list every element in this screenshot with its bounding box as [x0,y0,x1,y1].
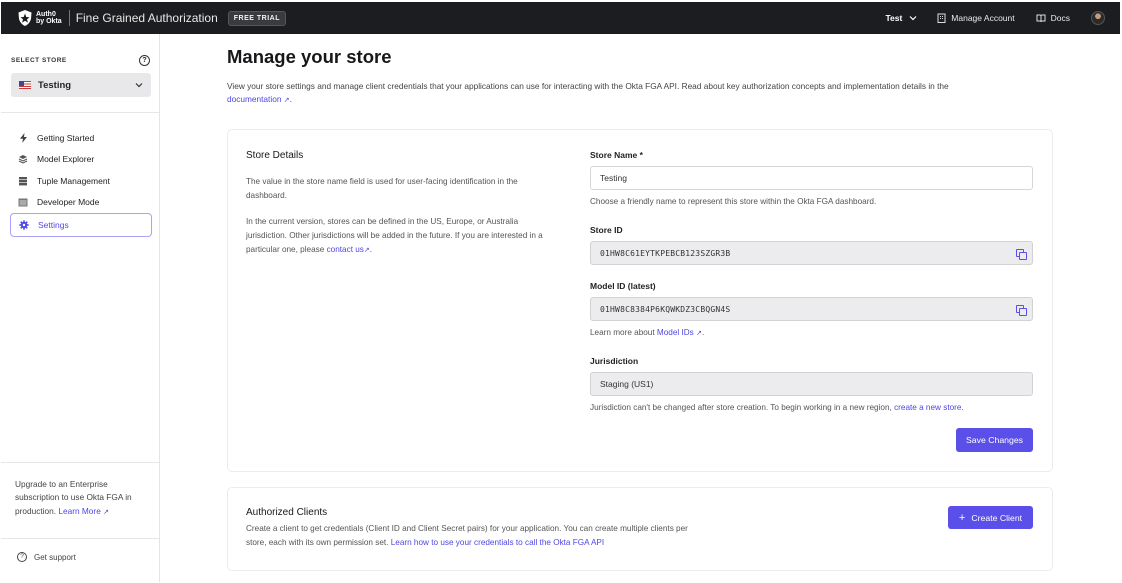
sidebar-divider [1,462,159,463]
sidebar-item-label: Developer Mode [37,197,100,208]
store-dropdown[interactable]: Testing [11,73,151,97]
logo-line-2: by Okta [36,18,62,25]
plus-icon: + [958,511,966,524]
authorized-clients-desc-line-2: store, each with its own permission set. [246,537,389,547]
create-client-button[interactable]: + Create Client [948,506,1033,529]
building-icon [937,13,946,23]
copy-icon[interactable] [1016,305,1027,316]
jurisdiction-value: Staging (US1) [600,379,654,389]
model-id-label: Model ID (latest) [590,281,656,291]
store-details-desc-2: In the current version, stores can be de… [246,217,543,254]
credentials-guide-link[interactable]: Learn how to use your credentials to cal… [391,538,604,547]
learn-more-link[interactable]: Learn More ↗ [58,506,109,516]
sidebar-item-label: Tuple Management [37,175,110,186]
model-id-value: 01HW8C8384P6KQWKDZ3CBQGN4S [600,304,731,314]
store-name-hint: Choose a friendly name to represent this… [590,197,877,206]
terminal-icon [18,197,28,207]
model-id-field: 01HW8C8384P6KQWKDZ3CBQGN4S [590,297,1033,321]
sidebar-item-developer-mode[interactable]: Developer Mode [10,192,152,214]
sidebar-nav: Getting Started Model Explorer Tuple Man… [10,127,152,237]
external-link-icon: ↗ [283,97,290,104]
select-store-label: SELECT STORE [11,57,67,64]
layers-icon [18,154,28,164]
chevron-down-icon [909,16,917,21]
logo-line-1: Auth0 [36,11,56,18]
store-id-field: 01HW8C61EYTKPEBCB123SZGR3B [590,241,1033,265]
database-icon [18,176,28,186]
store-dropdown-value: Testing [38,79,72,91]
sidebar-item-tuple-management[interactable]: Tuple Management [10,170,152,192]
help-icon: ? [17,552,27,562]
upgrade-notice: Upgrade to an Enterprise subscription to… [15,478,150,519]
avatar[interactable] [1091,11,1105,25]
us-flag-icon [19,81,31,89]
sidebar-item-label: Settings [38,220,69,230]
store-id-value: 01HW8C61EYTKPEBCB123SZGR3B [600,248,731,258]
external-link-icon: ↗ [363,247,370,254]
page-title: Manage your store [227,46,392,67]
contact-us-link[interactable]: contact us↗ [327,245,370,254]
model-id-hint-text: Learn more about [590,328,655,337]
get-support-link[interactable]: ? Get support [17,552,76,562]
model-id-hint: Learn more about Model IDs ↗. [590,328,705,337]
bolt-icon [18,132,28,143]
authorized-clients-desc-line-1: Create a client to get credentials (Clie… [246,524,688,533]
create-client-label: Create Client [971,512,1023,523]
manage-account-label: Manage Account [951,13,1015,23]
jurisdiction-field: Staging (US1) [590,372,1033,396]
sidebar-item-settings[interactable]: Settings [10,213,152,237]
create-new-store-link[interactable]: create a new store. [894,403,964,412]
authorized-clients-title: Authorized Clients [246,507,328,518]
jurisdiction-hint-text: Jurisdiction can't be changed after stor… [590,403,892,412]
docs-label: Docs [1050,13,1070,23]
store-switcher[interactable]: Test [885,13,917,23]
free-trial-badge: FREE TRIAL [227,10,287,26]
sidebar-item-model-explorer[interactable]: Model Explorer [10,149,152,171]
chevron-down-icon [135,83,143,88]
store-name-label: Store Name * [590,150,643,160]
store-details-desc-2-text: In the current version, stores can be de… [246,217,543,254]
store-details-desc-1: The value in the store name field is use… [246,177,518,200]
authorized-clients-desc: Create a client to get credentials (Clie… [246,522,766,549]
documentation-label: documentation [227,94,282,104]
sidebar-item-label: Model Explorer [37,154,95,165]
manage-account-link[interactable]: Manage Account [937,13,1015,23]
sidebar-divider [1,538,159,539]
get-support-label: Get support [34,552,76,562]
documentation-link[interactable]: documentation ↗ [227,94,290,104]
auth0-shield-icon [18,10,32,26]
docs-link[interactable]: Docs [1036,13,1070,23]
brand[interactable]: Auth0 by Okta Fine Grained Authorization [18,10,218,26]
jurisdiction-label: Jurisdiction [590,356,639,366]
store-id-label: Store ID [590,225,623,235]
help-icon[interactable]: ? [139,55,150,66]
sidebar: SELECT STORE ? Testing Getting Started M… [1,34,160,582]
sidebar-item-getting-started[interactable]: Getting Started [10,127,152,149]
gear-icon [19,220,29,230]
logo-text: Auth0 by Okta [36,11,62,25]
external-link-icon: ↗ [696,330,702,337]
model-ids-link[interactable]: Model IDs ↗ [657,328,702,337]
contact-us-label: contact us [326,245,364,254]
store-switcher-label: Test [885,13,903,23]
store-name-input[interactable]: Testing [590,166,1033,190]
book-icon [1036,14,1046,22]
learn-more-label: Learn More [58,505,101,516]
logo-divider [68,10,70,26]
intro-text: View your store settings and manage clie… [227,81,949,91]
store-details-title: Store Details [246,150,304,161]
product-name: Fine Grained Authorization [75,11,218,25]
store-name-value: Testing [600,173,627,183]
page-intro: View your store settings and manage clie… [227,81,949,104]
save-changes-button[interactable]: Save Changes [956,428,1033,452]
sidebar-item-label: Getting Started [37,132,95,143]
top-bar: Auth0 by Okta Fine Grained Authorization… [1,2,1120,34]
copy-icon[interactable] [1016,249,1027,260]
sidebar-divider [1,112,159,113]
jurisdiction-hint: Jurisdiction can't be changed after stor… [590,403,964,412]
external-link-icon: ↗ [103,508,109,516]
model-ids-label: Model IDs [656,328,694,337]
